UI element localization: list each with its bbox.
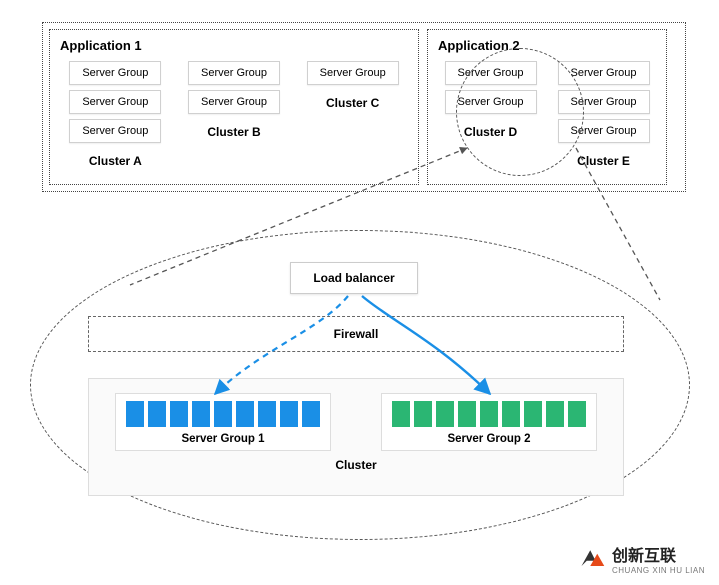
instance-block [214, 401, 232, 427]
instance-block [192, 401, 210, 427]
instance-block [148, 401, 166, 427]
application-1-title: Application 1 [60, 38, 408, 53]
server-group-2-label: Server Group 2 [447, 433, 530, 445]
detail-cluster: Server Group 1 Server Group 2 Cluster [88, 378, 624, 496]
cluster-b-label: Cluster B [207, 125, 260, 139]
detail-cluster-label: Cluster [89, 458, 623, 472]
server-group-chip: Server Group [558, 61, 650, 85]
app1-clusters: Server Group Server Group Server Group C… [60, 61, 408, 168]
server-group-chip: Server Group [558, 90, 650, 114]
instance-block [436, 401, 454, 427]
cluster-c-label: Cluster C [326, 96, 379, 110]
instance-block [502, 401, 520, 427]
server-group-chip: Server Group [558, 119, 650, 143]
server-group-chip: Server Group [445, 90, 537, 114]
watermark-logo-icon [578, 545, 606, 573]
instance-block [170, 401, 188, 427]
instance-block [126, 401, 144, 427]
cluster-a: Server Group Server Group Server Group C… [60, 61, 171, 168]
instance-block [236, 401, 254, 427]
instance-block [524, 401, 542, 427]
applications-row: Application 1 Server Group Server Group … [49, 29, 679, 185]
application-2-title: Application 2 [438, 38, 656, 53]
server-group-1-label: Server Group 1 [181, 433, 264, 445]
server-group-chip: Server Group [307, 61, 399, 85]
cluster-b: Server Group Server Group Cluster B [179, 61, 290, 168]
load-balancer-box: Load balancer [290, 262, 418, 294]
instance-block [280, 401, 298, 427]
firewall-box: Firewall [88, 316, 624, 352]
server-group-chip: Server Group [69, 119, 161, 143]
detail-server-groups: Server Group 1 Server Group 2 [89, 379, 623, 457]
server-group-2-instances [392, 401, 586, 427]
instance-block [414, 401, 432, 427]
server-group-chip: Server Group [188, 61, 280, 85]
server-group-chip: Server Group [445, 61, 537, 85]
instance-block [302, 401, 320, 427]
watermark-text: 创新互联 CHUANG XIN HU LIAN [612, 542, 705, 575]
instance-block [568, 401, 586, 427]
application-1: Application 1 Server Group Server Group … [49, 29, 419, 185]
cluster-d-label: Cluster D [464, 125, 517, 139]
instance-block [392, 401, 410, 427]
instance-block [458, 401, 476, 427]
cluster-e-label: Cluster E [577, 154, 630, 168]
server-group-chip: Server Group [69, 90, 161, 114]
instance-block [480, 401, 498, 427]
server-group-1: Server Group 1 [115, 393, 331, 451]
application-2: Application 2 Server Group Server Group … [427, 29, 667, 185]
cluster-e: Server Group Server Group Server Group C… [551, 61, 656, 168]
app2-clusters: Server Group Server Group Cluster D Serv… [438, 61, 656, 168]
watermark: 创新互联 CHUANG XIN HU LIAN [578, 542, 705, 575]
instance-block [258, 401, 276, 427]
applications-container: Application 1 Server Group Server Group … [42, 22, 686, 192]
cluster-a-label: Cluster A [89, 154, 142, 168]
server-group-1-instances [126, 401, 320, 427]
server-group-2: Server Group 2 [381, 393, 597, 451]
cluster-d: Server Group Server Group Cluster D [438, 61, 543, 168]
server-group-chip: Server Group [69, 61, 161, 85]
instance-block [546, 401, 564, 427]
firewall-label: Firewall [334, 327, 379, 341]
server-group-chip: Server Group [188, 90, 280, 114]
cluster-c: Server Group Cluster C [297, 61, 408, 168]
